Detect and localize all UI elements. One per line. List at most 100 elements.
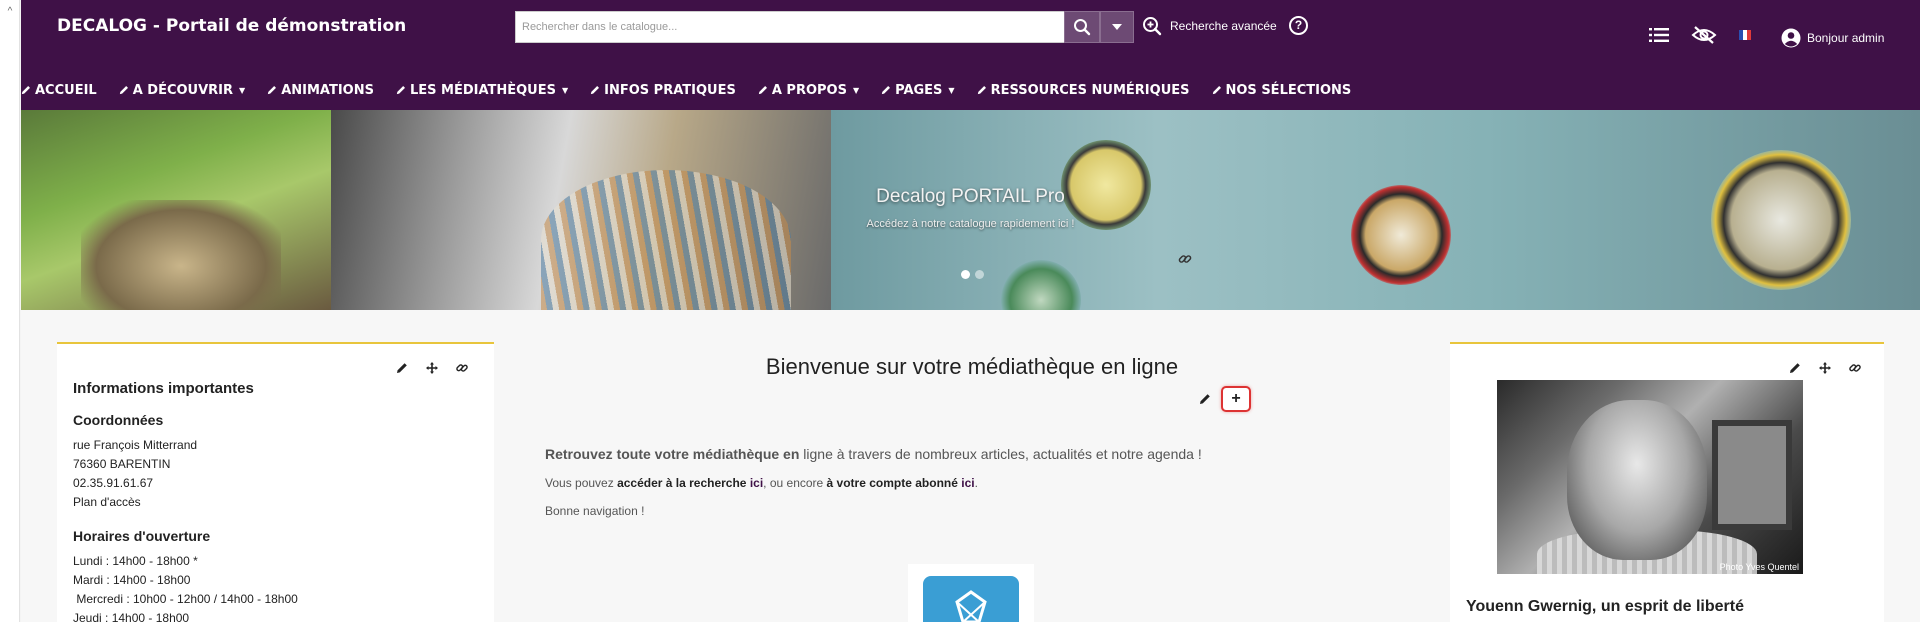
banner-photo-detail <box>81 200 281 310</box>
nav-item-label: NOS SÉLECTIONS <box>1225 82 1352 98</box>
welcome-search-line: Vous pouvez accéder à la recherche ici, … <box>545 476 978 490</box>
link-icon[interactable] <box>1849 362 1861 374</box>
site-header: DECALOG - Portail de démonstration Reche… <box>21 0 1920 110</box>
text: accéder à la recherche <box>617 476 747 490</box>
info-card-title: Informations importantes <box>73 380 254 397</box>
carousel-dot-1[interactable] <box>961 270 970 279</box>
search-input[interactable] <box>516 12 1068 42</box>
contact-line: 76360 BARENTIN <box>73 457 171 471</box>
text: , ou encore <box>763 476 827 490</box>
caret-down-icon <box>1112 24 1122 30</box>
banner-subtitle[interactable]: Accédez à notre catalogue rapidement ici… <box>21 218 1920 230</box>
list-icon[interactable] <box>1649 27 1669 43</box>
feature-card: Photo Yves Quentel Youenn Gwernig, un es… <box>1450 342 1884 622</box>
text: à votre compte abonné <box>826 476 958 490</box>
welcome-lead-rest: ligne à travers de nombreux articles, ac… <box>799 446 1202 462</box>
contact-heading: Coordonnées <box>73 412 164 428</box>
nav-item-label: RESSOURCES NUMÉRIQUES <box>990 82 1190 98</box>
search-icon <box>1074 19 1091 36</box>
banner-photo-round-windows <box>831 110 1920 310</box>
hours-line: Lundi : 14h00 - 18h00 * <box>73 554 198 568</box>
app-logo-icon <box>923 576 1019 622</box>
pencil-icon <box>590 86 600 95</box>
map-link[interactable]: Plan d'accès <box>73 495 141 509</box>
advanced-search-label: Recherche avancée <box>1170 19 1277 33</box>
advanced-search-link[interactable]: Recherche avancée <box>1142 16 1277 36</box>
header-right-icons <box>1649 26 1751 44</box>
photo-face <box>1567 400 1707 560</box>
account-here-link[interactable]: ici <box>961 476 974 490</box>
user-greeting: Bonjour admin <box>1807 31 1885 45</box>
caret-down-icon: ▼ <box>852 85 860 95</box>
link-icon[interactable] <box>456 362 468 374</box>
pencil-icon <box>1212 86 1221 95</box>
user-menu[interactable]: Bonjour admin <box>1781 28 1884 48</box>
flag-fr-icon[interactable] <box>1739 30 1751 40</box>
pencil-icon <box>758 86 767 95</box>
main-content: Informations importantes Coordonnées rue… <box>21 310 1920 622</box>
pencil-icon <box>21 86 30 95</box>
pencil-icon <box>268 86 277 95</box>
search-filter-dropdown[interactable] <box>1100 11 1134 43</box>
search-box <box>515 11 1069 43</box>
search-here-link[interactable]: ici <box>750 476 763 490</box>
nav-item-label: LES MÉDIATHÈQUES <box>409 82 556 98</box>
banner-window-4 <box>1001 260 1081 310</box>
banner-title[interactable]: Decalog PORTAIL Pro <box>21 186 1920 208</box>
contact-line: 02.35.91.61.67 <box>73 476 154 490</box>
scroll-up-arrow-icon[interactable]: ^ <box>4 6 16 18</box>
hours-line: Mercredi : 10h00 - 12h00 / 14h00 - 18h00 <box>73 592 298 606</box>
hours-heading: Horaires d'ouverture <box>73 528 211 544</box>
carousel-indicators <box>961 270 984 279</box>
move-icon[interactable] <box>1819 362 1831 374</box>
hours-line: Jeudi : 14h00 - 18h00 <box>73 611 190 622</box>
pencil-icon[interactable] <box>1789 362 1801 374</box>
app-logo-tile[interactable] <box>908 564 1034 622</box>
portrait-photo[interactable]: Photo Yves Quentel <box>1497 380 1803 574</box>
help-icon[interactable]: ? <box>1289 16 1308 35</box>
banner-window-1 <box>1061 140 1151 230</box>
photo-background-frame <box>1712 420 1792 530</box>
text: . <box>974 476 978 490</box>
welcome-tools: + <box>1199 386 1251 412</box>
pencil-icon <box>881 86 891 95</box>
main-navigation: ACCUEIL A DÉCOUVRIR ▼ ANIMATIONS LES MÉDIATH… <box>21 76 1373 104</box>
feature-title[interactable]: Youenn Gwernig, un esprit de liberté <box>1466 598 1744 616</box>
nav-item-0[interactable]: ACCUEIL <box>21 83 97 98</box>
nav-item-2[interactable]: ANIMATIONS <box>267 83 374 98</box>
pencil-icon <box>977 86 986 95</box>
welcome-section: Bienvenue sur votre médiathèque en ligne… <box>494 310 1450 622</box>
nav-item-label: ACCUEIL <box>35 82 97 98</box>
hero-carousel[interactable]: Decalog PORTAIL Pro Accédez à notre cata… <box>21 110 1920 310</box>
carousel-dot-2[interactable] <box>975 270 984 279</box>
nav-item-label: ANIMATIONS <box>281 82 374 98</box>
hours-line: Mardi : 14h00 - 18h00 <box>73 573 191 587</box>
welcome-lead: Retrouvez toute votre médiathèque en lig… <box>545 446 1202 462</box>
move-icon[interactable] <box>426 362 438 374</box>
search-button[interactable] <box>1064 11 1100 43</box>
info-card: Informations importantes Coordonnées rue… <box>57 342 494 622</box>
pencil-icon[interactable] <box>1199 393 1211 405</box>
link-icon[interactable] <box>1178 252 1192 266</box>
text: Vous pouvez <box>545 476 618 490</box>
pencil-icon[interactable] <box>396 362 408 374</box>
site-brand[interactable]: DECALOG - Portail de démonstration <box>57 16 406 36</box>
nav-item-1[interactable]: A DÉCOUVRIR ▼ <box>119 83 245 98</box>
pencil-icon <box>396 86 405 95</box>
nav-item-6[interactable]: PAGES ▼ <box>881 83 955 98</box>
pencil-icon <box>119 86 128 95</box>
nav-item-7[interactable]: RESSOURCES NUMÉRIQUES <box>977 83 1190 98</box>
nav-item-5[interactable]: A PROPOS ▼ <box>758 83 859 98</box>
photo-credit: Photo Yves Quentel <box>1719 562 1799 572</box>
user-icon <box>1781 28 1801 48</box>
card-tools <box>1789 362 1861 374</box>
nav-item-3[interactable]: LES MÉDIATHÈQUES ▼ <box>396 83 568 98</box>
browser-scrollbar[interactable]: ^ <box>0 0 20 622</box>
nav-item-4[interactable]: INFOS PRATIQUES <box>590 83 736 98</box>
caret-down-icon: ▼ <box>239 85 246 95</box>
welcome-lead-bold: Retrouvez toute votre médiathèque en <box>545 446 800 462</box>
caret-down-icon: ▼ <box>561 85 569 95</box>
eye-slash-icon[interactable] <box>1691 26 1717 44</box>
add-block-button[interactable]: + <box>1221 386 1251 412</box>
nav-item-8[interactable]: NOS SÉLECTIONS <box>1212 82 1352 98</box>
